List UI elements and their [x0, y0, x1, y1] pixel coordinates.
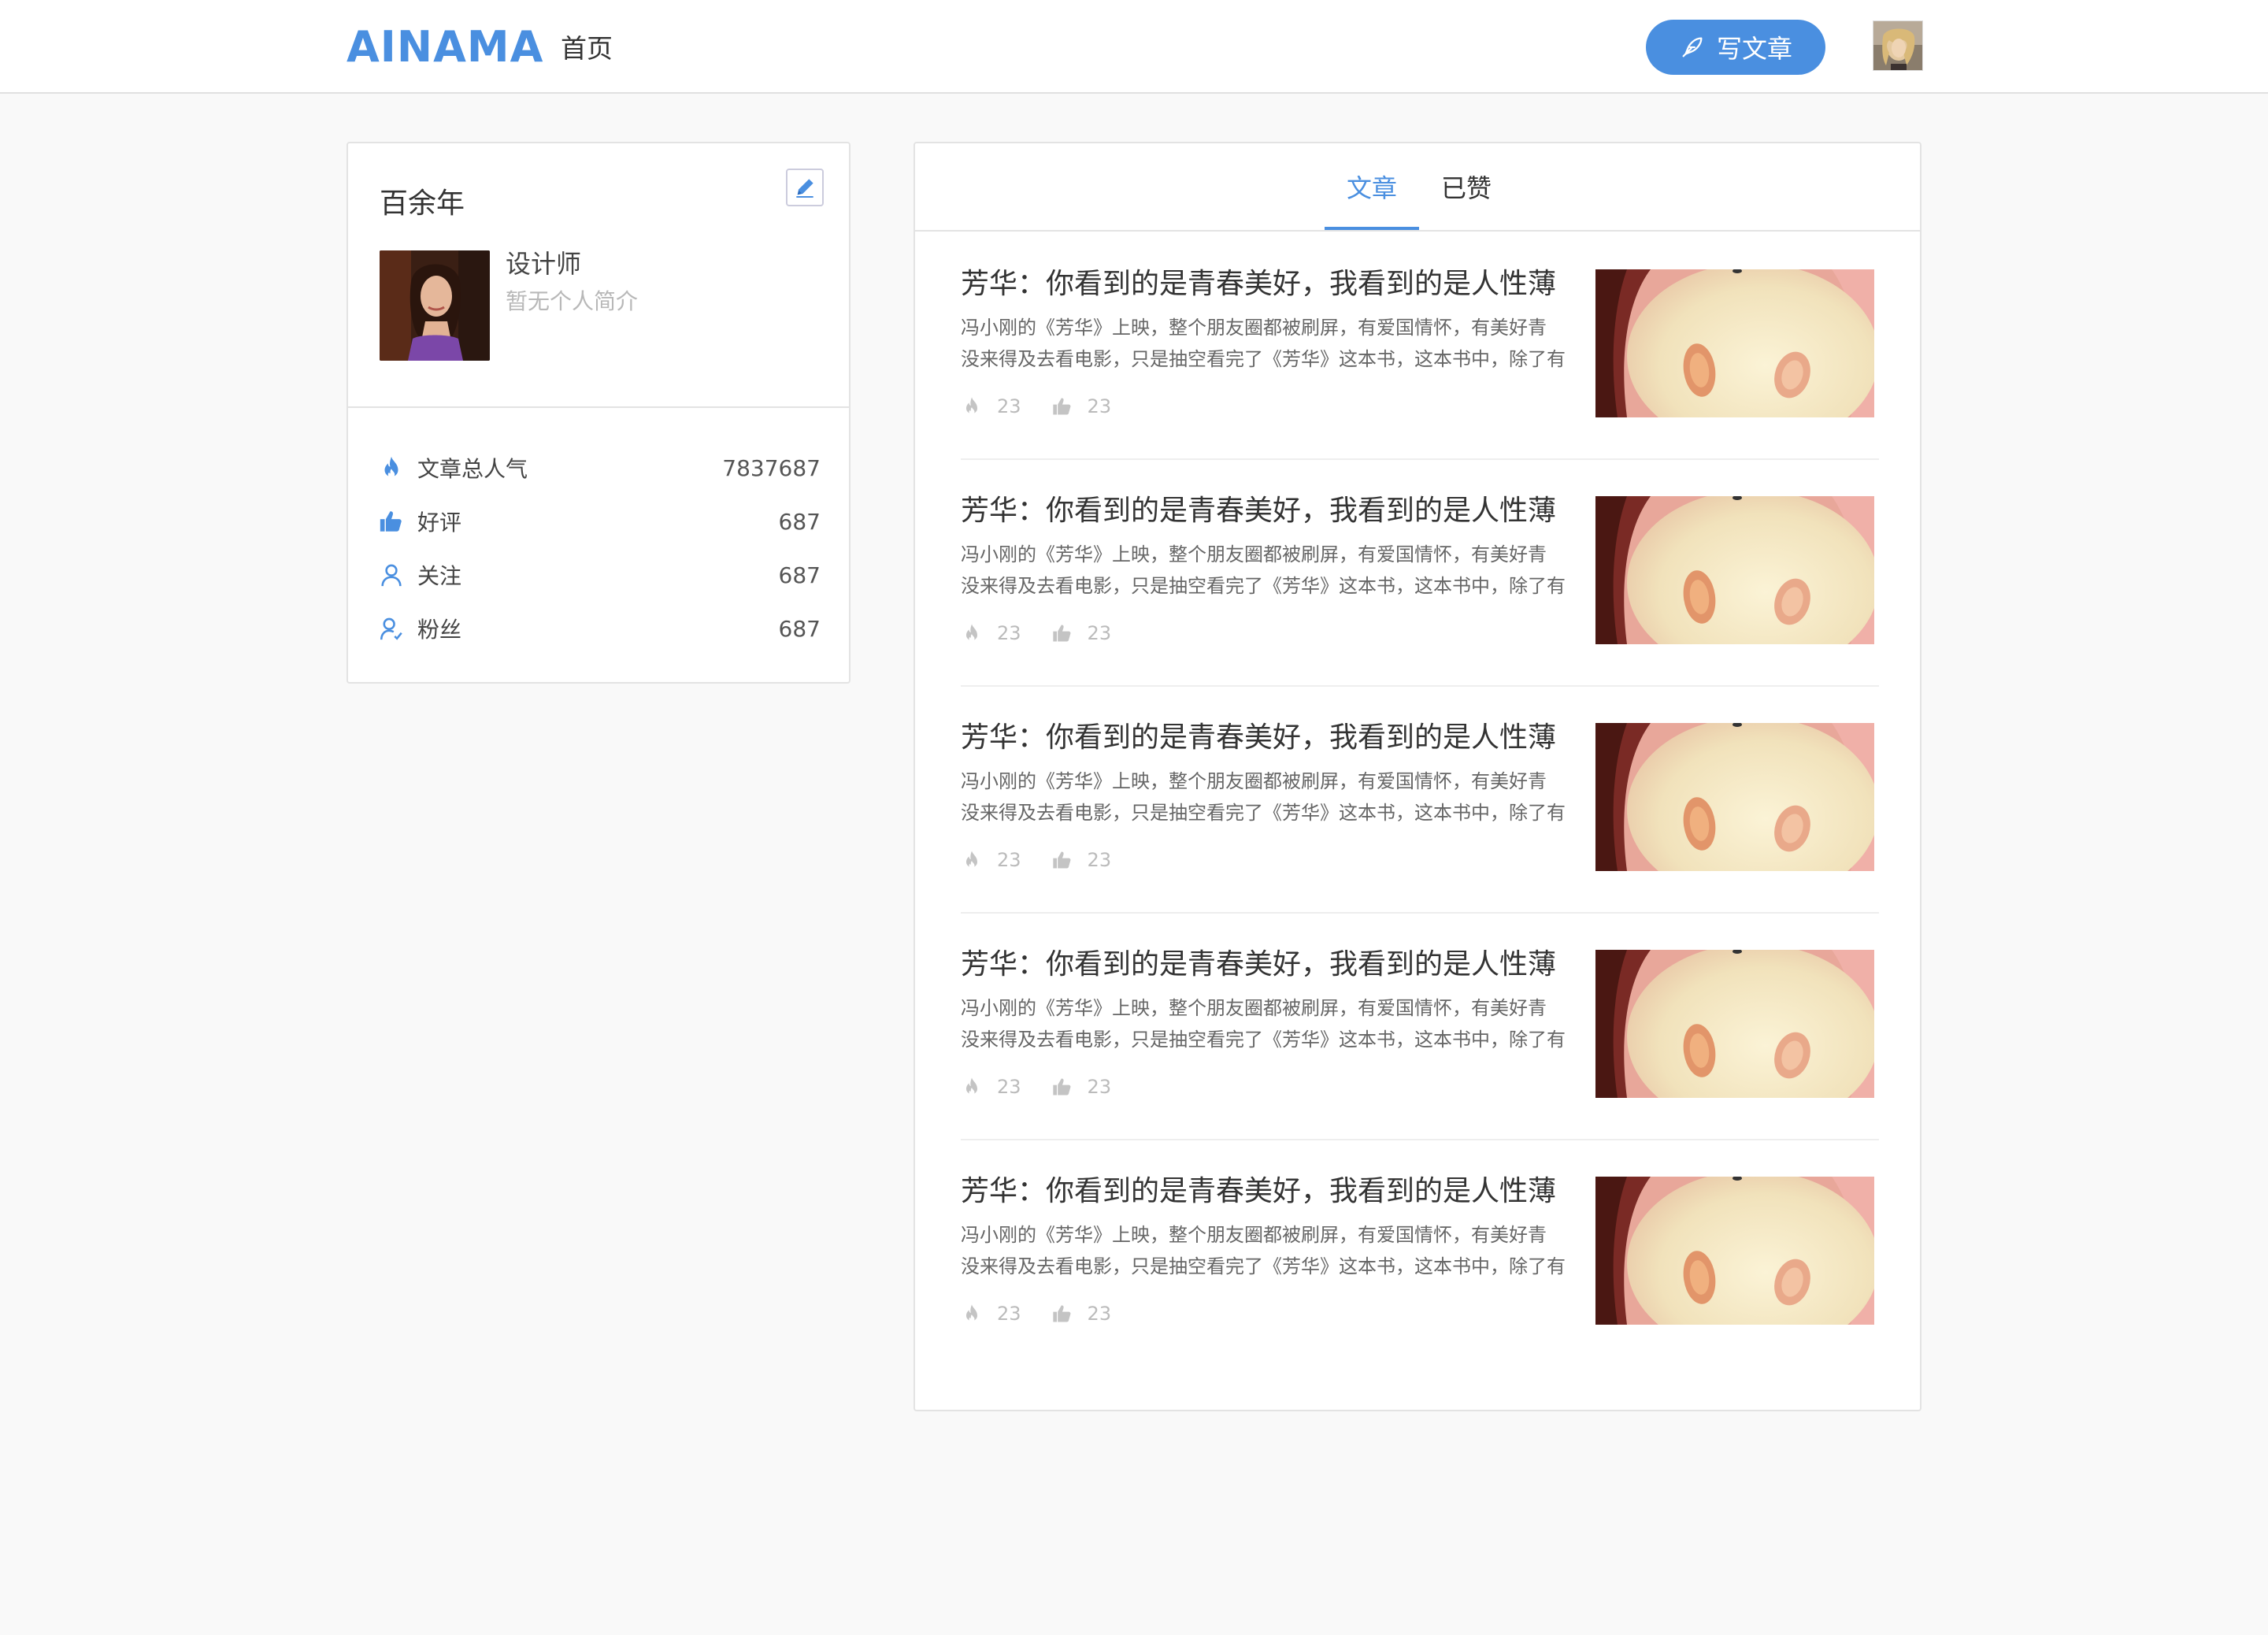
stat-label: 文章总人气 — [417, 456, 528, 482]
article-views: 23 — [997, 849, 1021, 871]
pencil-icon — [796, 179, 813, 198]
article-item[interactable]: 芳华：你看到的是青春美好，我看到的是人性薄 冯小刚的《芳华》上映，整个朋友圈都被… — [961, 1140, 1879, 1367]
article-meta: 23 23 — [961, 1076, 1141, 1098]
article-likes: 23 — [1087, 849, 1112, 871]
flame-icon — [966, 397, 977, 415]
article-excerpt: 冯小刚的《芳华》上映，整个朋友圈都被刷屏，有爱国情怀，有美好青 没来得及去看电影… — [961, 312, 1583, 375]
thumbs-up-icon[interactable] — [1051, 1076, 1073, 1098]
tab-bar: 文章 已赞 — [915, 143, 1920, 232]
flame-icon — [966, 1077, 977, 1096]
article-excerpt-line-1: 冯小刚的《芳华》上映，整个朋友圈都被刷屏，有爱国情怀，有美好青 — [961, 997, 1547, 1019]
article-title[interactable]: 芳华：你看到的是青春美好，我看到的是人性薄 — [961, 491, 1556, 531]
article-excerpt: 冯小刚的《芳华》上映，整个朋友圈都被刷屏，有爱国情怀，有美好青 没来得及去看电影… — [961, 1219, 1583, 1282]
flame-icon — [966, 624, 977, 642]
article-item[interactable]: 芳华：你看到的是青春美好，我看到的是人性薄 冯小刚的《芳华》上映，整个朋友圈都被… — [961, 460, 1879, 687]
user-avatar[interactable] — [1873, 20, 1923, 71]
write-article-button[interactable]: 写文章 — [1646, 20, 1825, 75]
profile-avatar — [380, 250, 490, 361]
article-excerpt: 冯小刚的《芳华》上映，整个朋友圈都被刷屏，有爱国情怀，有美好青 没来得及去看电影… — [961, 992, 1583, 1055]
thumbnail-image — [1595, 950, 1874, 1098]
stat-following[interactable]: 关注 687 — [378, 556, 821, 594]
article-title[interactable]: 芳华：你看到的是青春美好，我看到的是人性薄 — [961, 945, 1556, 984]
thumbnail-image — [1595, 496, 1874, 644]
thumbnail-image — [1595, 269, 1874, 417]
article-item[interactable]: 芳华：你看到的是青春美好，我看到的是人性薄 冯小刚的《芳华》上映，整个朋友圈都被… — [961, 233, 1879, 460]
article-title[interactable]: 芳华：你看到的是青春美好，我看到的是人性薄 — [961, 265, 1556, 304]
article-excerpt-line-1: 冯小刚的《芳华》上映，整个朋友圈都被刷屏，有爱国情怀，有美好青 — [961, 770, 1547, 792]
user-icon — [381, 564, 402, 587]
tab-liked[interactable]: 已赞 — [1441, 170, 1492, 206]
article-views: 23 — [997, 395, 1021, 417]
article-thumbnail[interactable] — [1595, 269, 1874, 417]
avatar-image — [1873, 21, 1922, 70]
thumbs-up-icon[interactable] — [1051, 622, 1073, 644]
profile-bio: 暂无个人简介 — [506, 288, 639, 314]
article-excerpt: 冯小刚的《芳华》上映，整个朋友圈都被刷屏，有爱国情怀，有美好青 没来得及去看电影… — [961, 539, 1583, 602]
flame-icon — [966, 851, 977, 869]
article-thumbnail[interactable] — [1595, 496, 1874, 644]
thumbnail-image — [1595, 723, 1874, 871]
article-title[interactable]: 芳华：你看到的是青春美好，我看到的是人性薄 — [961, 1172, 1556, 1211]
article-excerpt-line-2: 没来得及去看电影，只是抽空看完了《芳华》这本书，这本书中，除了有 — [961, 802, 1566, 824]
articles-card: 文章 已赞 芳华：你看到的是青春美好，我看到的是人性薄 冯小刚的《芳华》上映，整… — [914, 142, 1922, 1411]
article-thumbnail[interactable] — [1595, 723, 1874, 871]
fans-icon — [380, 617, 402, 640]
article-excerpt-line-2: 没来得及去看电影，只是抽空看完了《芳华》这本书，这本书中，除了有 — [961, 348, 1566, 370]
article-excerpt: 冯小刚的《芳华》上映，整个朋友圈都被刷屏，有爱国情怀，有美好青 没来得及去看电影… — [961, 766, 1583, 829]
article-item[interactable]: 芳华：你看到的是青春美好，我看到的是人性薄 冯小刚的《芳华》上映，整个朋友圈都被… — [961, 914, 1879, 1140]
stat-fans[interactable]: 粉丝 687 — [378, 610, 821, 647]
stat-label: 好评 — [417, 510, 462, 536]
article-meta: 23 23 — [961, 849, 1141, 871]
stat-value: 687 — [778, 508, 821, 535]
brand-logo[interactable]: AINAMA — [346, 25, 543, 69]
article-meta: 23 23 — [961, 395, 1141, 417]
profile-job: 设计师 — [506, 249, 582, 279]
stat-label: 粉丝 — [417, 617, 462, 643]
stat-value: 687 — [778, 562, 821, 588]
edit-profile-button[interactable] — [786, 169, 824, 206]
article-thumbnail[interactable] — [1595, 1177, 1874, 1325]
article-likes: 23 — [1087, 622, 1112, 644]
article-excerpt-line-2: 没来得及去看电影，只是抽空看完了《芳华》这本书，这本书中，除了有 — [961, 1255, 1566, 1277]
stat-value: 687 — [778, 615, 821, 642]
article-excerpt-line-2: 没来得及去看电影，只是抽空看完了《芳华》这本书，这本书中，除了有 — [961, 1029, 1566, 1051]
thumbnail-image — [1595, 1177, 1874, 1325]
top-navbar: AINAMA 首页 写文章 — [0, 0, 2268, 94]
feather-pen-icon — [1682, 37, 1703, 57]
nav-home-link[interactable]: 首页 — [561, 32, 613, 66]
article-views: 23 — [997, 1076, 1021, 1098]
article-title[interactable]: 芳华：你看到的是青春美好，我看到的是人性薄 — [961, 718, 1556, 758]
stat-popularity: 文章总人气 7837687 — [378, 449, 821, 487]
article-meta: 23 23 — [961, 1303, 1141, 1325]
stat-value: 7837687 — [722, 454, 821, 481]
article-excerpt-line-2: 没来得及去看电影，只是抽空看完了《芳华》这本书，这本书中，除了有 — [961, 575, 1566, 597]
flame-icon — [966, 1304, 977, 1322]
stat-good-reviews: 好评 687 — [378, 502, 821, 540]
profile-avatar-image — [380, 250, 490, 361]
article-excerpt-line-1: 冯小刚的《芳华》上映，整个朋友圈都被刷屏，有爱国情怀，有美好青 — [961, 317, 1547, 339]
tab-articles[interactable]: 文章 — [1347, 170, 1397, 206]
article-views: 23 — [997, 622, 1021, 644]
article-likes: 23 — [1087, 395, 1112, 417]
stat-label: 关注 — [417, 563, 462, 589]
profile-name: 百余年 — [380, 187, 465, 220]
article-likes: 23 — [1087, 1303, 1112, 1325]
article-thumbnail[interactable] — [1595, 950, 1874, 1098]
flame-icon — [384, 456, 398, 478]
active-tab-indicator — [1325, 227, 1419, 230]
article-excerpt-line-1: 冯小刚的《芳华》上映，整个朋友圈都被刷屏，有爱国情怀，有美好青 — [961, 543, 1547, 565]
card-divider — [348, 406, 849, 408]
profile-card: 百余年 设计师 暂无个人简介 文章总人气 7837687 好评 687 关注 6… — [346, 142, 850, 684]
write-article-label: 写文章 — [1716, 34, 1792, 64]
article-item[interactable]: 芳华：你看到的是青春美好，我看到的是人性薄 冯小刚的《芳华》上映，整个朋友圈都被… — [961, 687, 1879, 914]
thumbs-up-icon[interactable] — [1051, 395, 1073, 417]
thumbs-up-icon[interactable] — [1051, 1303, 1073, 1325]
article-views: 23 — [997, 1303, 1021, 1325]
article-likes: 23 — [1087, 1076, 1112, 1098]
article-excerpt-line-1: 冯小刚的《芳华》上映，整个朋友圈都被刷屏，有爱国情怀，有美好青 — [961, 1224, 1547, 1246]
thumbs-up-icon[interactable] — [1051, 849, 1073, 871]
article-meta: 23 23 — [961, 622, 1141, 644]
thumbs-up-icon — [380, 511, 402, 532]
